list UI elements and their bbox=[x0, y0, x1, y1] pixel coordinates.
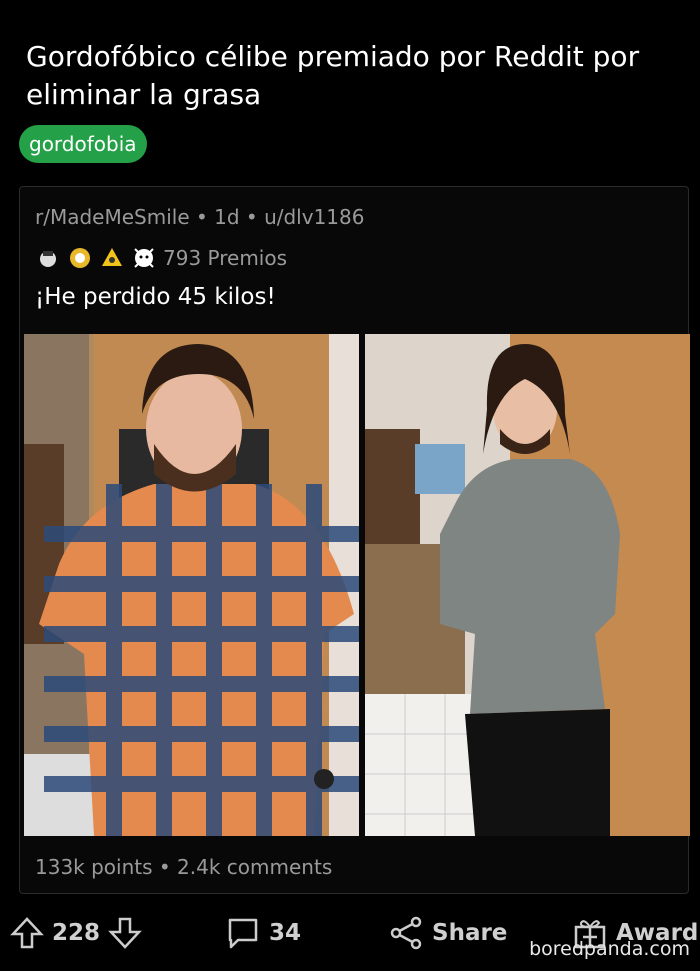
award-icon bbox=[40, 251, 56, 267]
awards-row[interactable]: 793 Premios bbox=[35, 244, 287, 272]
upvote-count: 228 bbox=[52, 920, 101, 946]
comment-count: 34 bbox=[269, 920, 302, 946]
post-stats: 133k points • 2.4k comments bbox=[35, 855, 333, 879]
award-icon bbox=[70, 248, 90, 268]
upvote-icon[interactable] bbox=[10, 916, 44, 950]
award-icon bbox=[134, 248, 154, 268]
post-text: ¡He perdido 45 kilos! bbox=[35, 284, 276, 310]
reddit-post-card[interactable]: r/MadeMeSmile • 1d • u/dlv1186 793 Premi… bbox=[19, 186, 690, 894]
comments-button[interactable]: 34 bbox=[225, 905, 301, 961]
after-photo[interactable] bbox=[365, 334, 690, 836]
award-icon bbox=[102, 248, 122, 266]
flair-badge[interactable]: gordofobia bbox=[19, 125, 147, 163]
post-photos[interactable] bbox=[24, 334, 690, 836]
share-label: Share bbox=[432, 920, 508, 946]
before-photo[interactable] bbox=[24, 334, 359, 836]
awards-count: 793 Premios bbox=[163, 246, 288, 270]
share-icon bbox=[390, 916, 422, 950]
post-meta: r/MadeMeSmile • 1d • u/dlv1186 bbox=[35, 205, 365, 229]
comment-icon bbox=[228, 918, 258, 949]
share-button[interactable]: Share bbox=[388, 905, 507, 961]
page-title: Gordofóbico célibe premiado por Reddit p… bbox=[26, 40, 640, 111]
downvote-icon[interactable] bbox=[108, 916, 142, 950]
watermark: boredpanda.com bbox=[529, 938, 690, 960]
vote-group: 228 bbox=[10, 905, 142, 961]
